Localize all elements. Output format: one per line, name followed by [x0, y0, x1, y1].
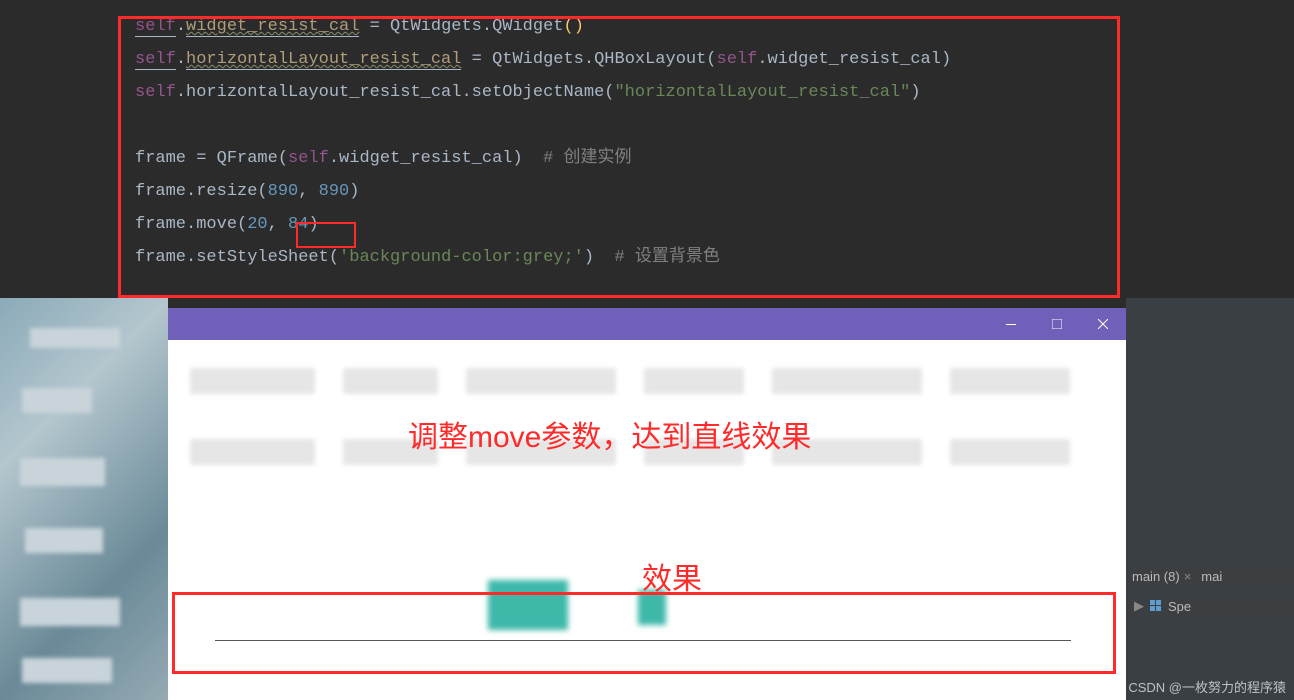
- code-line: [0, 109, 1294, 142]
- chevron-right-icon: ▶: [1134, 598, 1144, 614]
- code-editor[interactable]: self.widget_resist_cal = QtWidgets.QWidg…: [0, 0, 1294, 294]
- grid-icon: [1150, 600, 1162, 612]
- minimize-button[interactable]: [988, 308, 1034, 340]
- window-titlebar[interactable]: [168, 308, 1126, 340]
- code-line: self.widget_resist_cal = QtWidgets.QWidg…: [0, 10, 1294, 43]
- code-line: frame.move(20, 84): [0, 208, 1294, 241]
- code-line: frame.setStyleSheet('background-color:gr…: [0, 241, 1294, 274]
- project-tree-item[interactable]: ▶ Spe: [1126, 594, 1294, 618]
- tree-item-label: Spe: [1168, 599, 1191, 614]
- editor-tabs[interactable]: main (8)× mai: [1126, 564, 1294, 588]
- code-line: frame = QFrame(self.widget_resist_cal) #…: [0, 142, 1294, 175]
- ide-right-panel: [1126, 298, 1294, 700]
- minimize-icon: [1006, 324, 1016, 325]
- close-icon: [1098, 319, 1108, 329]
- blurred-sidebar: [0, 298, 168, 700]
- preview-window: [168, 308, 1126, 700]
- result-divider-line: [215, 640, 1071, 641]
- close-button[interactable]: [1080, 308, 1126, 340]
- code-line: self.horizontalLayout_resist_cal = QtWid…: [0, 43, 1294, 76]
- tab-main[interactable]: mai: [1201, 569, 1222, 584]
- code-line: frame.resize(890, 890): [0, 175, 1294, 208]
- maximize-icon: [1052, 319, 1062, 329]
- maximize-button[interactable]: [1034, 308, 1080, 340]
- code-line: self.horizontalLayout_resist_cal.setObje…: [0, 76, 1294, 109]
- tab-main-8[interactable]: main (8)×: [1132, 569, 1191, 584]
- close-icon[interactable]: ×: [1184, 569, 1192, 584]
- watermark-text: CSDN @一枚努力的程序猿: [1128, 677, 1286, 696]
- window-body: [168, 340, 1126, 700]
